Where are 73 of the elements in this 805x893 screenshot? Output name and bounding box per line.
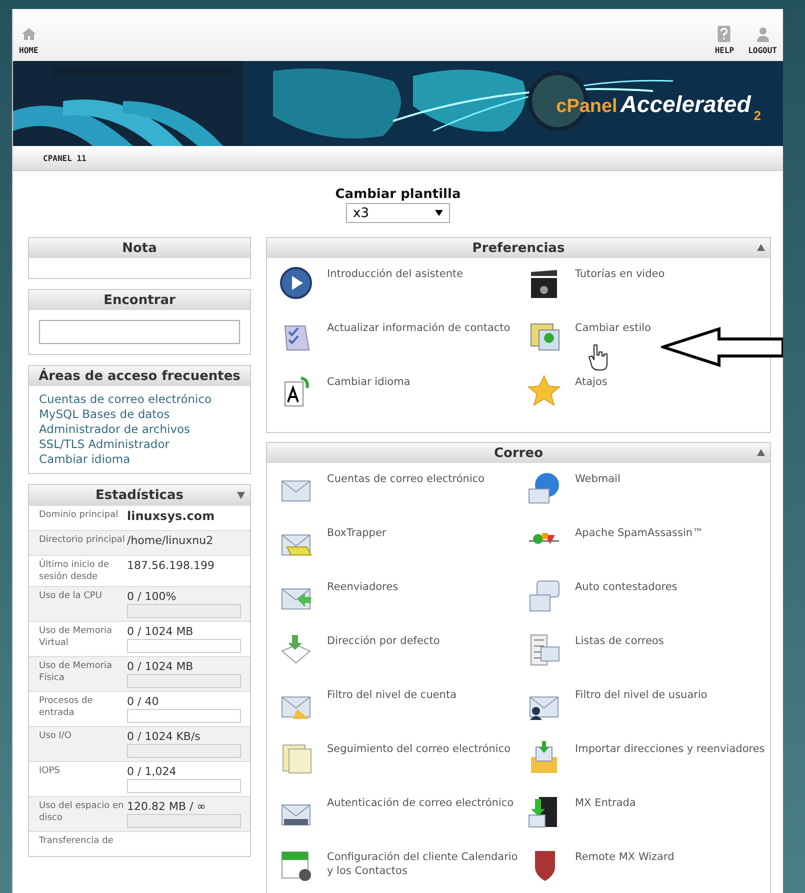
feature-link[interactable]: Auto contestadores <box>575 579 775 633</box>
stat-value: 187.56.198.199 <box>127 559 216 572</box>
star-icon[interactable] <box>527 374 561 408</box>
stat-label: IOPS <box>39 765 61 778</box>
hand-cursor-icon <box>588 343 608 371</box>
feature-link[interactable]: Filtro del nivel de cuenta <box>327 687 527 741</box>
feature-link[interactable]: Tutorías en video <box>575 266 775 320</box>
sidebar-link[interactable]: Administrador de archivos <box>39 422 240 437</box>
feature-link[interactable]: Seguimiento del correo electrónico <box>327 741 527 795</box>
stat-value: 0 / 1024 KB/s <box>127 730 202 743</box>
feature-link[interactable]: Apache SpamAssassin™ <box>575 525 775 579</box>
feature-link[interactable]: Listas de correos <box>575 633 775 687</box>
feature-link[interactable]: Introducción del asistente <box>327 266 527 320</box>
stat-label: Uso de Memoria Física <box>39 660 114 685</box>
logout-button[interactable]: LOGOUT <box>748 25 777 55</box>
speech-bubble-envelope-icon[interactable] <box>527 579 561 613</box>
calendar-gear-icon[interactable] <box>279 849 313 883</box>
sidebar-link[interactable]: SSL/TLS Administrador <box>39 437 240 452</box>
sidebar-link[interactable]: Cuentas de correo electrónico <box>39 392 240 407</box>
stat-label: Último inicio de sesión desde <box>39 559 110 583</box>
stat-value: 0 / 1024 MB <box>127 625 194 638</box>
feature-link[interactable]: Configuración del cliente Calendario y los Contactos <box>327 849 527 893</box>
home-button[interactable]: HOME <box>19 25 38 55</box>
dropdown-arrow-icon <box>435 210 443 216</box>
feature-link[interactable]: Filtro del nivel de usuario <box>575 687 775 741</box>
stats-title: Estadísticas <box>96 488 184 502</box>
stat-label: Transferencia de <box>39 835 114 848</box>
stat-value: 0 / 100% <box>127 590 178 603</box>
globe-envelope-icon[interactable] <box>527 471 561 505</box>
feature-link[interactable]: Remote MX Wizard <box>575 849 775 893</box>
template-dropdown[interactable]: x3 <box>346 203 450 223</box>
feature-link[interactable]: Cambiar idioma <box>327 374 527 428</box>
collapse-icon[interactable] <box>756 448 766 458</box>
feature-link[interactable]: MX Entrada <box>575 795 775 849</box>
feature-link[interactable]: Webmail <box>575 471 775 525</box>
help-icon <box>716 25 732 43</box>
search-field[interactable] <box>39 320 240 344</box>
section-title: Correo <box>494 446 544 460</box>
stat-label: Dominio principal <box>39 509 120 522</box>
find-header: Encontrar <box>29 290 250 310</box>
stat-label: Uso de la CPU <box>39 590 103 603</box>
feature-link[interactable]: Actualizar información de contacto <box>327 320 527 374</box>
section-title: Preferencias <box>472 240 565 256</box>
feature-link[interactable]: Importar direcciones y reenviadores <box>575 741 775 795</box>
stat-value: 0 / 1,024 <box>127 765 178 778</box>
feature-link[interactable]: Atajos <box>575 374 775 428</box>
note-header: Nota <box>29 238 250 258</box>
help-button[interactable]: HELP <box>714 25 734 55</box>
feature-link[interactable]: Cuentas de correo electrónico <box>327 471 527 525</box>
template-label: Cambiar plantilla <box>335 187 461 202</box>
sidebar-link[interactable]: MySQL Bases de datos <box>39 407 240 422</box>
stat-label: Procesos de entrada <box>39 695 94 720</box>
feature-link[interactable]: Dirección por defecto <box>327 633 527 687</box>
stat-value: 120.82 MB / ∞ <box>127 800 207 813</box>
frequent-areas-header: Áreas de acceso frecuentes <box>29 366 250 386</box>
stat-value: 0 / 40 <box>127 695 160 708</box>
play-circle-icon[interactable] <box>279 266 313 300</box>
breadcrumb[interactable]: CPANEL 11 <box>43 154 86 162</box>
stat-label: Uso del espacio en disco <box>39 800 125 825</box>
stat-label: Uso de Memoria Virtual <box>39 625 114 650</box>
stat-value: /home/linuxnu2 <box>127 534 214 547</box>
feature-link[interactable]: BoxTrapper <box>327 525 527 579</box>
collapse-icon[interactable] <box>756 243 766 253</box>
feature-link[interactable]: Reenviadores <box>327 579 527 633</box>
stat-value: linuxsys.com <box>127 509 216 523</box>
stat-label: Uso I/O <box>39 730 72 743</box>
person-icon <box>754 25 771 43</box>
expand-icon[interactable] <box>236 490 246 500</box>
stat-label: Directorio principal <box>39 534 126 547</box>
house-icon <box>20 25 37 43</box>
feature-link[interactable]: Autenticación de correo electrónico <box>327 795 527 849</box>
sidebar-link[interactable]: Cambiar idioma <box>39 452 240 467</box>
stat-value: 0 / 1024 MB <box>127 660 194 673</box>
